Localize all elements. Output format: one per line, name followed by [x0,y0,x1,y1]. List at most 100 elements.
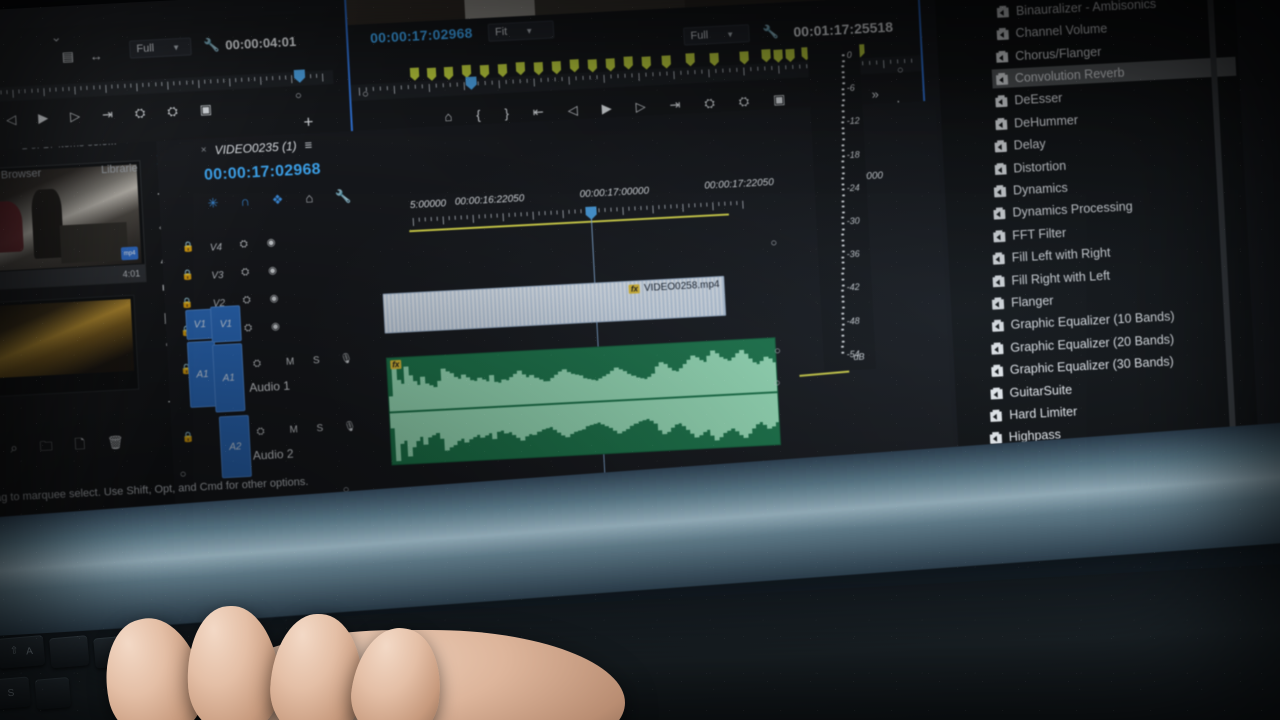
overwrite-button[interactable]: ⛭ [738,93,749,109]
mark-in-button[interactable]: { [476,107,481,122]
insert-button[interactable]: ⛭ [704,95,715,111]
source-marker[interactable] [709,53,719,66]
track-mute-button[interactable]: M [289,424,298,435]
step-back-button[interactable]: ◁ [567,102,578,118]
close-icon[interactable]: × [201,145,207,156]
track-sync-lock-button[interactable]: ⛭ [242,295,251,306]
track-mute-button[interactable]: M [286,356,295,367]
source-marker[interactable] [516,62,526,75]
track-eye-toggle[interactable]: ◉ [266,237,275,248]
source-marker[interactable] [685,53,695,66]
track-lock-button[interactable]: 🔒 [181,270,194,282]
lift-button[interactable]: ⛭ [135,105,146,121]
track-lock-button[interactable]: 🔒 [181,298,194,310]
source-quality-dropdown[interactable]: Full ▼ [683,24,750,46]
program-monitor: ⌄ ▤ ↔ Full ▼ 🔧 00:00:04:01 ○ { ⇤ [0,11,357,153]
source-marker[interactable] [606,58,616,71]
sequence-settings-icon[interactable]: ✳ [207,195,219,211]
project-item-thumbnail-2[interactable] [0,294,140,399]
program-time-ruler[interactable] [0,70,334,106]
in-point-marker-icon[interactable]: ○ [362,88,369,100]
timeline-video-clip[interactable]: fx VIDEO0258.mp4 [382,275,727,334]
track-sync-lock-button[interactable]: ⛭ [241,267,250,278]
timeline-zoom-handle-left[interactable]: ○ [179,468,186,480]
source-marker[interactable] [462,65,472,78]
add-marker-button[interactable]: ⌂ [444,109,453,124]
source-marker[interactable] [642,56,652,69]
fit-arrows-icon[interactable]: ↔ [89,48,103,64]
source-fit-dropdown[interactable]: Fit ▼ [487,20,555,42]
export-frame-button[interactable]: ▣ [199,101,212,117]
settings-icon[interactable]: ▤ [61,49,74,65]
track-eye-toggle[interactable]: ◉ [268,265,277,276]
source-marker[interactable] [498,64,508,77]
timeline-keyframe-handle-b[interactable]: ○ [773,377,780,389]
source-marker[interactable] [480,65,490,78]
keycap-a: A [25,645,34,658]
delete-icon[interactable]: 🗑 [107,434,124,450]
export-frame-button[interactable]: ▣ [773,91,786,107]
play-stop-button[interactable]: ▶ [38,110,49,126]
track-sync-lock-button[interactable]: ⛭ [240,239,249,250]
go-to-out-button[interactable]: ⇥ [102,107,114,123]
track-lock-button[interactable]: 🔒 [182,242,195,254]
track-voiceover-button[interactable]: 🎙 [340,353,353,365]
meter-tick [841,351,845,354]
source-marker[interactable] [410,68,420,81]
source-marker[interactable] [761,49,771,62]
target-track-a2[interactable]: A2 [218,414,252,479]
wrench-icon[interactable]: 🔧 [203,37,220,53]
timeline-tab[interactable]: × VIDEO0235 (1) ≡ [200,137,313,158]
source-marker[interactable] [588,59,598,72]
linked-selection-icon[interactable]: ❖ [271,192,283,208]
source-marker[interactable] [785,49,795,62]
track-voiceover-button[interactable]: 🎙 [343,421,356,433]
panel-menu-icon[interactable]: ≡ [304,137,312,152]
play-stop-button[interactable]: ▶ [601,100,612,116]
meter-tick [841,82,845,85]
source-marker[interactable] [739,51,749,64]
track-solo-button[interactable]: S [313,355,320,366]
step-forward-button[interactable]: ▷ [70,108,81,124]
go-to-in-button[interactable]: ⇤ [532,104,544,120]
target-track-v1[interactable]: V1 [210,305,242,343]
source-marker[interactable] [773,49,783,62]
mark-out-button[interactable]: } [504,106,509,121]
button-editor-more[interactable]: » [871,86,879,101]
new-item-icon[interactable]: 🗋 [74,436,85,452]
program-quality-dropdown[interactable]: Full ▼ [128,37,192,59]
chevron-down-icon[interactable]: ⌄ [50,29,62,45]
out-point-marker-icon[interactable]: ○ [295,90,302,102]
timeline-audio-clip[interactable]: fx [385,337,782,466]
source-marker[interactable] [623,56,633,69]
source-marker[interactable] [570,59,580,72]
target-track-a1[interactable]: A1 [212,343,246,413]
step-back-button[interactable]: ◁ [6,112,17,128]
step-forward-button[interactable]: ▷ [635,99,646,115]
search-icon[interactable]: ⌕ [10,440,18,455]
tab-libraries[interactable]: Librarie [101,162,138,176]
add-marker-icon[interactable]: ⌂ [305,190,314,205]
timeline-keyframe-handle-a[interactable]: ○ [774,345,781,357]
source-marker[interactable] [534,62,544,75]
timeline-display-settings-icon[interactable]: 🔧 [335,188,352,204]
wrench-icon[interactable]: 🔧 [762,24,779,40]
folder-icon[interactable]: 🗀 [39,438,53,454]
track-sync-lock-button[interactable]: ⛭ [253,358,262,369]
out-point-marker-icon[interactable]: ○ [897,64,904,76]
track-solo-button[interactable]: S [316,423,323,434]
source-marker[interactable] [427,68,437,81]
source-marker[interactable] [444,67,454,80]
track-lock-button[interactable]: 🔒 [182,432,195,444]
track-eye-toggle[interactable]: ◉ [269,293,278,304]
snap-icon[interactable]: ∩ [240,194,250,209]
track-eye-toggle[interactable]: ◉ [271,321,280,332]
go-to-out-button[interactable]: ⇥ [669,97,681,113]
source-marker[interactable] [661,55,671,68]
source-marker[interactable] [552,61,562,74]
track-sync-lock-button[interactable]: ⛭ [244,323,253,334]
timeline-keyframe-handle-top[interactable]: ○ [770,237,777,249]
extract-button[interactable]: ⛭ [167,103,178,119]
add-button[interactable]: + [303,112,314,131]
track-sync-lock-button[interactable]: ⛭ [256,426,265,437]
